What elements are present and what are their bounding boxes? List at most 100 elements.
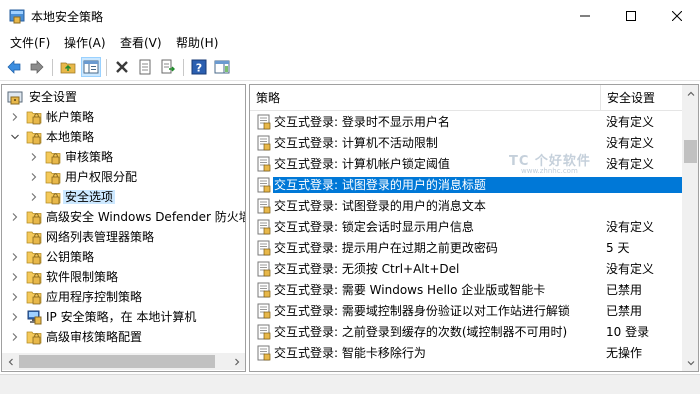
up-folder-icon[interactable] — [58, 57, 78, 77]
menu-action[interactable]: 操作(A) — [64, 35, 106, 51]
tree-item[interactable]: 安全选项 — [2, 187, 245, 207]
table-row[interactable]: 交互式登录: 计算机帐户锁定阈值 没有定义 — [250, 153, 682, 174]
back-arrow-icon[interactable] — [4, 57, 24, 77]
scroll-right-icon[interactable] — [228, 353, 245, 370]
policy-name: 交互式登录: 试图登录的用户的消息标题 — [273, 177, 682, 193]
policy-folder-icon — [45, 189, 61, 205]
security-setting-value: 无操作 — [606, 346, 643, 360]
chevron-right-icon[interactable] — [28, 171, 40, 183]
scroll-up-icon[interactable] — [682, 85, 698, 102]
security-policy-icon — [9, 8, 25, 24]
column-header-setting[interactable]: 安全设置 — [601, 85, 682, 111]
tree-pane[interactable]: 安全设置 帐户策略本地策略审核策略 用户权限分配安全选项高级安全 Windows … — [1, 84, 246, 372]
chevron-right-icon[interactable] — [9, 331, 21, 343]
vertical-scrollbar[interactable] — [682, 85, 698, 371]
chevron-right-icon[interactable] — [9, 111, 21, 123]
tree-item[interactable]: 用户权限分配 — [2, 167, 245, 187]
security-settings-icon — [7, 89, 23, 105]
policy-folder-icon — [26, 289, 42, 305]
tree-item[interactable]: 审核策略 — [2, 147, 245, 167]
policy-list-pane[interactable]: 策略 安全设置 交互式登录: 登录时不显示用户名 没有定义 交互式登录: 计算机不活… — [249, 84, 699, 372]
table-row[interactable]: 交互式登录: 需要 Windows Hello 企业版或智能卡 已禁用 — [250, 279, 682, 300]
policy-setting-icon — [256, 282, 272, 298]
tree-item[interactable]: 高级审核策略配置 — [2, 327, 245, 347]
table-row[interactable]: 交互式登录: 登录时不显示用户名 没有定义 — [250, 111, 682, 132]
close-button[interactable] — [654, 0, 700, 32]
policy-folder-icon — [26, 229, 42, 245]
tree-item[interactable]: 软件限制策略 — [2, 267, 245, 287]
tree-root[interactable]: 安全设置 — [2, 87, 245, 107]
toolbar-separator — [183, 59, 184, 76]
table-row[interactable]: 交互式登录: 锁定会话时显示用户信息 没有定义 — [250, 216, 682, 237]
policy-folder-icon — [26, 129, 42, 145]
tree-item[interactable]: 应用程序控制策略 — [2, 287, 245, 307]
policy-setting-icon — [256, 240, 272, 256]
policy-name: 交互式登录: 无须按 Ctrl+Alt+Del — [274, 262, 460, 276]
chevron-right-icon[interactable] — [9, 311, 21, 323]
horizontal-scrollbar[interactable] — [2, 353, 245, 370]
policy-setting-icon — [256, 345, 272, 361]
policy-setting-icon — [256, 219, 272, 235]
maximize-button[interactable] — [608, 0, 654, 32]
table-row[interactable]: 交互式登录: 计算机不活动限制 没有定义 — [250, 132, 682, 153]
table-row[interactable]: 交互式登录: 之前登录到缓存的次数(域控制器不可用时) 10 登录 — [250, 321, 682, 342]
policy-name: 交互式登录: 计算机帐户锁定阈值 — [274, 157, 450, 171]
forward-arrow-icon[interactable] — [27, 57, 47, 77]
tree-item[interactable]: 本地策略 — [2, 127, 245, 147]
tree-root-label: 安全设置 — [29, 90, 78, 104]
tree-item[interactable]: 网络列表管理器策略 — [2, 227, 245, 247]
tree-item[interactable]: 公钥策略 — [2, 247, 245, 267]
chevron-down-icon[interactable] — [9, 131, 21, 143]
tree-item-label: 网络列表管理器策略 — [46, 230, 155, 244]
table-row[interactable]: 交互式登录: 智能卡移除行为 无操作 — [250, 342, 682, 363]
chevron-right-icon[interactable] — [28, 191, 40, 203]
menu-help[interactable]: 帮助(H) — [176, 35, 218, 51]
policy-folder-icon — [26, 109, 42, 125]
table-row[interactable]: 交互式登录: 试图登录的用户的消息文本 — [250, 195, 682, 216]
tree-item-label: 安全选项 — [63, 190, 116, 204]
policy-setting-icon — [256, 135, 272, 151]
tree-item-label: 本地策略 — [46, 130, 95, 144]
tree-item[interactable]: IP 安全策略，在 本地计算机 — [2, 307, 245, 327]
tree-item-label: 高级安全 Windows Defender 防火墙 — [46, 210, 246, 224]
delete-icon[interactable] — [112, 57, 132, 77]
column-header-policy[interactable]: 策略 — [250, 85, 600, 111]
properties-icon[interactable] — [135, 57, 155, 77]
policy-folder-icon — [45, 169, 61, 185]
chevron-right-icon[interactable] — [28, 151, 40, 163]
toolbar: ? — [0, 54, 700, 81]
chevron-right-icon[interactable] — [9, 271, 21, 283]
toolbar-separator — [106, 59, 107, 76]
show-hide-action-pane-icon[interactable] — [212, 57, 232, 77]
chevron-right-icon[interactable] — [9, 251, 21, 263]
tree-item-label: 公钥策略 — [46, 250, 95, 264]
security-setting-value: 已禁用 — [606, 304, 643, 318]
security-setting-value: 没有定义 — [606, 157, 655, 171]
table-row[interactable]: 交互式登录: 无须按 Ctrl+Alt+Del 没有定义 — [250, 258, 682, 279]
column-header: 策略 安全设置 — [250, 85, 682, 111]
show-hide-tree-icon[interactable] — [81, 57, 101, 77]
table-row[interactable]: 交互式登录: 需要域控制器身份验证以对工作站进行解锁 已禁用 — [250, 300, 682, 321]
help-icon[interactable]: ? — [189, 57, 209, 77]
scroll-down-icon[interactable] — [682, 354, 698, 371]
tree-item[interactable]: 帐户策略 — [2, 107, 245, 127]
menu-file[interactable]: 文件(F) — [10, 35, 50, 51]
policy-name: 交互式登录: 锁定会话时显示用户信息 — [274, 220, 474, 234]
scrollbar-thumb[interactable] — [684, 140, 697, 163]
chevron-right-icon[interactable] — [9, 211, 21, 223]
tree-item[interactable]: 高级安全 Windows Defender 防火墙 — [2, 207, 246, 227]
policy-setting-icon — [256, 198, 272, 214]
table-row[interactable]: 交互式登录: 试图登录的用户的消息标题 — [250, 174, 682, 195]
tree-item-label: 帐户策略 — [46, 110, 95, 124]
scroll-left-icon[interactable] — [2, 353, 19, 370]
table-row[interactable]: 交互式登录: 提示用户在过期之前更改密码 5 天 — [250, 237, 682, 258]
export-list-icon[interactable] — [158, 57, 178, 77]
chevron-right-icon[interactable] — [9, 291, 21, 303]
policy-name: 交互式登录: 智能卡移除行为 — [274, 346, 426, 360]
scrollbar-thumb[interactable] — [19, 355, 215, 368]
policy-setting-icon — [256, 156, 272, 172]
security-setting-value: 已禁用 — [606, 283, 643, 297]
ipsec-policy-icon — [26, 309, 42, 325]
minimize-button[interactable] — [562, 0, 608, 32]
menu-view[interactable]: 查看(V) — [120, 35, 162, 51]
